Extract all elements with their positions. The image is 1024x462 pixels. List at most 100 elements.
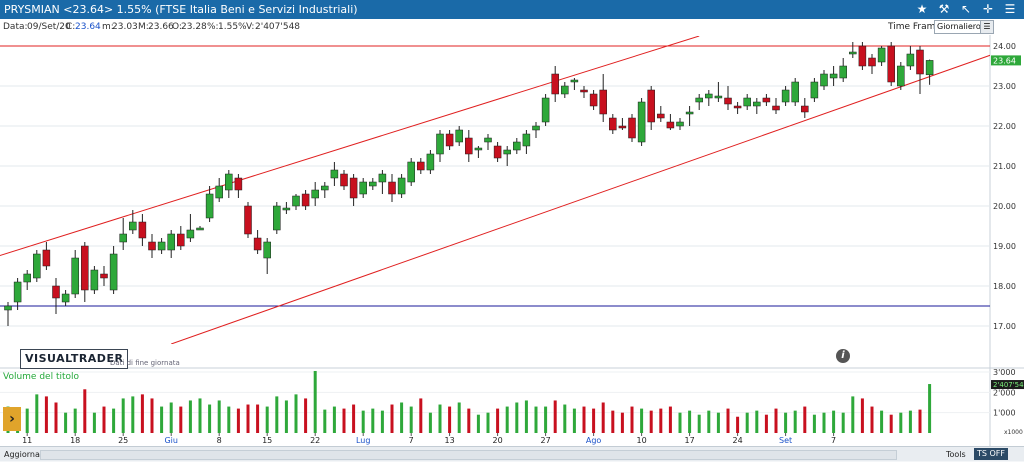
volume-bar (611, 410, 615, 433)
volume-bar (476, 414, 480, 433)
volume-tick-label: 1'000 (993, 409, 1016, 418)
volume-bar (64, 412, 68, 433)
logo-subtitle: Dati di fine giornata (110, 359, 180, 367)
volume-bar (371, 408, 375, 433)
volume-bar (880, 410, 884, 433)
price-tick-label: 20.00 (993, 202, 1016, 211)
candle-body (829, 73, 838, 79)
candle-body (772, 105, 780, 111)
expand-arrow-icon[interactable]: › (3, 407, 21, 431)
candle-body (311, 189, 319, 199)
price-tick-label: 24.00 (993, 42, 1016, 51)
date-label: 8 (217, 436, 222, 445)
price-panel (0, 36, 990, 344)
volume-bar (784, 412, 788, 433)
volume-bar (592, 408, 596, 433)
price-tick-label: 23.00 (993, 82, 1016, 91)
last-price-label: 23.64 (993, 56, 1016, 65)
date-label: Set (779, 436, 792, 445)
volume-bar (630, 406, 634, 433)
volume-bar (361, 410, 365, 433)
candle-body (657, 113, 665, 119)
price-tick-label: 22.00 (993, 122, 1016, 131)
candle-body (81, 245, 89, 291)
candle-body (724, 97, 732, 105)
volume-bar (179, 406, 183, 433)
date-label: Giu (164, 436, 178, 445)
volume-bar (716, 412, 720, 433)
candle-body (801, 105, 809, 113)
candle-body (215, 185, 223, 199)
candle-body (138, 221, 147, 239)
candle-body (321, 185, 329, 191)
candle-body (234, 177, 243, 191)
volume-bar (380, 410, 384, 433)
volume-bar (160, 406, 164, 433)
candle-body (42, 249, 51, 267)
volume-bar (198, 398, 202, 433)
candle-body (100, 273, 108, 279)
volume-bar (73, 408, 77, 433)
volume-bar (572, 408, 576, 433)
volume-bar (841, 412, 845, 433)
volume-bar (582, 406, 586, 433)
candle-body (906, 53, 915, 67)
volume-bar (544, 406, 548, 433)
candle-body (503, 149, 511, 155)
volume-bar (793, 410, 797, 433)
candle-body (589, 93, 598, 107)
candle-body (561, 85, 569, 95)
candle-body (4, 305, 12, 311)
price-tick-label: 17.00 (993, 322, 1016, 331)
candle-body (925, 60, 934, 76)
ts-toggle-button[interactable]: TS OFF (974, 448, 1009, 460)
candle-body (445, 133, 454, 147)
volume-bar (755, 410, 759, 433)
candle-body (455, 129, 463, 143)
volume-bar (265, 406, 269, 433)
date-label: 18 (70, 436, 80, 445)
volume-bar (304, 398, 308, 433)
volume-bar (342, 408, 346, 433)
candle-body (753, 101, 761, 107)
info-icon[interactable]: i (836, 349, 850, 363)
candle-body (618, 125, 627, 129)
candle-body (877, 47, 886, 63)
volume-bar (92, 412, 96, 433)
volume-bar (601, 402, 605, 433)
candle-body (676, 121, 684, 127)
volume-bar (659, 408, 663, 433)
volume-bar (208, 404, 212, 433)
candle-body (359, 181, 367, 195)
candle-body (666, 121, 675, 129)
volume-bar (899, 412, 903, 433)
candle-body (484, 137, 492, 143)
volume-bar (275, 396, 279, 433)
date-label: 7 (831, 436, 836, 445)
candle-body (810, 81, 819, 99)
candle-body (196, 227, 204, 231)
candle-body (340, 173, 348, 187)
candle-body (599, 89, 607, 115)
candle-body (369, 181, 377, 187)
volume-bar (44, 396, 48, 433)
volume-bar (428, 412, 432, 433)
volume-bar (668, 406, 672, 433)
candle-body (119, 233, 127, 243)
volume-bar (256, 404, 260, 433)
candle-body (570, 79, 579, 83)
volume-bar (294, 394, 298, 433)
volume-bar (553, 400, 557, 433)
candle-body (820, 73, 828, 87)
price-chart[interactable]: 17.00 18.00 19.00 20.00 21.00 22.00 23.00 24.00… (0, 0, 1024, 446)
volume-bar (83, 389, 87, 433)
candle-body (205, 193, 214, 219)
candle-body (225, 173, 233, 191)
volume-bar (217, 400, 221, 433)
date-label: 17 (685, 436, 695, 445)
candle-body (493, 145, 502, 159)
volume-bar (736, 416, 740, 433)
candle-body (887, 45, 895, 83)
horizontal-scrollbar[interactable] (40, 450, 897, 460)
candle-body (791, 81, 799, 103)
